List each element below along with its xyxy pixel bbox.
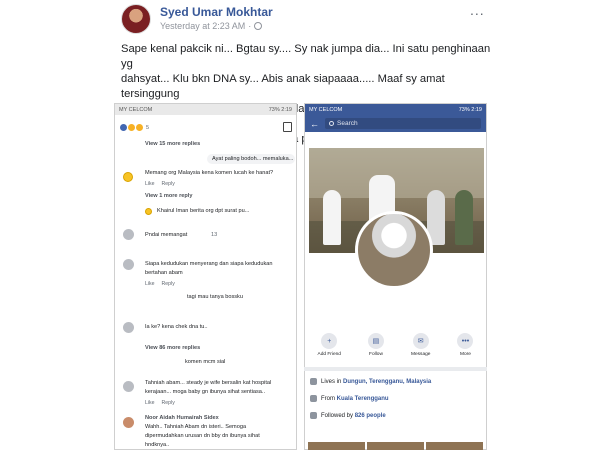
reply-text: Khairul Iman berita org dpt surat pu... bbox=[157, 208, 250, 214]
back-arrow-icon[interactable]: ← bbox=[310, 119, 319, 129]
search-icon bbox=[329, 121, 334, 126]
commenter-avatar[interactable] bbox=[123, 259, 134, 270]
followers-link[interactable]: 826 people bbox=[355, 413, 386, 419]
wow-reaction-icon bbox=[136, 124, 143, 131]
follow-button[interactable]: ▤ Follow bbox=[367, 333, 384, 357]
post-timestamp[interactable]: Yesterday at 2:23 AM bbox=[160, 21, 245, 31]
more-button[interactable]: ••• More bbox=[457, 333, 474, 357]
comment-actions: Like Reply bbox=[145, 181, 175, 187]
profile-picture[interactable] bbox=[355, 211, 433, 289]
view-more-reply[interactable]: View 1 more reply bbox=[145, 193, 192, 199]
like-link[interactable]: Like bbox=[145, 281, 155, 287]
commenter-emoji-avatar[interactable] bbox=[123, 172, 133, 182]
lives-in-row: Lives in Dungun, Terengganu, Malaysia bbox=[310, 378, 431, 385]
message-button[interactable]: ✉ Message bbox=[411, 333, 430, 357]
followers-row: Followed by 826 people bbox=[310, 412, 386, 419]
facebook-post: Syed Umar Mokhtar Yesterday at 2:23 AM ·… bbox=[0, 0, 600, 450]
profile-actions: + Add Friend ▤ Follow ✉ Message ••• More bbox=[304, 333, 487, 357]
comment-text: hndknya.. bbox=[145, 442, 170, 448]
reaction-summary[interactable]: 5 bbox=[120, 124, 149, 131]
search-placeholder: Search bbox=[337, 120, 358, 127]
reply-text: Ayat paling bodoh... memaluka... bbox=[212, 156, 294, 162]
clock-label: 2:19 bbox=[281, 106, 292, 113]
photo-thumb[interactable] bbox=[308, 442, 365, 450]
battery-label: 73% bbox=[458, 106, 470, 113]
post-time[interactable]: Yesterday at 2:23 AM · bbox=[160, 21, 263, 31]
reply-text: tagi mau tanya bossku bbox=[187, 294, 243, 300]
search-input[interactable]: Search bbox=[325, 118, 481, 129]
status-bar: MY CELCOM 73% 2:19 bbox=[115, 104, 296, 115]
more-dots-icon[interactable]: ... bbox=[470, 2, 485, 18]
commenter-name[interactable]: Noor Aidah Humairah Sidex bbox=[145, 415, 219, 421]
comment-text: Wahh.. Tahniah Abam dn isteri.. Semoga bbox=[145, 424, 247, 430]
view-more-replies[interactable]: View 15 more replies bbox=[145, 141, 200, 147]
reply-text: komen mcm sial bbox=[185, 359, 226, 365]
reply-link[interactable]: Reply bbox=[162, 400, 175, 406]
photo-thumb[interactable] bbox=[367, 442, 424, 450]
message-icon: ✉ bbox=[412, 333, 429, 349]
facebook-header: ← Search bbox=[305, 115, 486, 132]
section-divider bbox=[304, 367, 487, 371]
commenter-avatar[interactable] bbox=[123, 229, 134, 240]
comment-text: Siapa kedudukan menyerang dan siapa kedu… bbox=[145, 261, 273, 267]
comment-text: Ia ke? kena chek dna tu.. bbox=[145, 324, 208, 330]
comment-text: Tahniah abam... steady je wife bersalin … bbox=[145, 380, 272, 386]
clock-label: 2:19 bbox=[471, 106, 482, 113]
reply-emoji-avatar[interactable] bbox=[145, 208, 152, 215]
photo-thumb[interactable] bbox=[426, 442, 483, 450]
comment-reaction-count: 13 bbox=[211, 232, 218, 238]
follow-icon: ▤ bbox=[367, 333, 384, 349]
comment-text: Pndai memangat bbox=[145, 232, 188, 238]
comments-screenshot: MY CELCOM 73% 2:19 5 View 15 more replie… bbox=[114, 103, 297, 450]
from-link[interactable]: Kuala Terengganu bbox=[337, 396, 389, 402]
lives-in-link[interactable]: Dungun, Terengganu, Malaysia bbox=[343, 379, 431, 385]
battery-label: 73% bbox=[268, 106, 280, 113]
author-name[interactable]: Syed Umar Mokhtar bbox=[160, 5, 273, 19]
carrier-label: MY CELCOM bbox=[309, 106, 343, 113]
like-link[interactable]: Like bbox=[145, 400, 155, 406]
comment-actions: Like Reply bbox=[145, 281, 175, 287]
add-friend-button[interactable]: + Add Friend bbox=[318, 333, 341, 357]
location-icon bbox=[310, 395, 317, 402]
comment-text: dipermudahkan urusan dn bby dn ibunya si… bbox=[145, 433, 260, 439]
commenter-avatar[interactable] bbox=[123, 381, 134, 392]
followers-icon bbox=[310, 412, 317, 419]
view-more-replies[interactable]: View 86 more replies bbox=[145, 345, 200, 351]
home-icon bbox=[310, 378, 317, 385]
reply-link[interactable]: Reply bbox=[162, 181, 175, 187]
cover-figure bbox=[455, 190, 473, 245]
comment-text: Memang org Malaysia kena komen lucah ke … bbox=[145, 170, 274, 176]
haha-reaction-icon bbox=[128, 124, 135, 131]
commenter-avatar[interactable] bbox=[123, 417, 134, 428]
more-icon: ••• bbox=[457, 333, 474, 349]
comment-text: bertahan abam bbox=[145, 270, 183, 276]
comment-actions: Like Reply bbox=[145, 400, 175, 406]
globe-icon bbox=[254, 22, 263, 30]
like-reaction-icon bbox=[120, 124, 127, 131]
reply-link[interactable]: Reply bbox=[162, 281, 175, 287]
comment-text: kerajaan... moga baby gn ibunya sihat se… bbox=[145, 389, 266, 395]
like-thumb-icon[interactable] bbox=[283, 122, 292, 132]
add-friend-icon: + bbox=[321, 333, 338, 349]
photo-strip[interactable] bbox=[308, 442, 483, 450]
carrier-label: MY CELCOM bbox=[119, 106, 153, 113]
like-link[interactable]: Like bbox=[145, 181, 155, 187]
reaction-count: 5 bbox=[146, 124, 150, 131]
status-bar: MY CELCOM 73% 2:19 bbox=[305, 104, 486, 115]
commenter-avatar[interactable] bbox=[123, 322, 134, 333]
author-avatar[interactable] bbox=[121, 4, 151, 34]
cover-figure bbox=[323, 190, 341, 245]
from-row: From Kuala Terengganu bbox=[310, 395, 389, 402]
